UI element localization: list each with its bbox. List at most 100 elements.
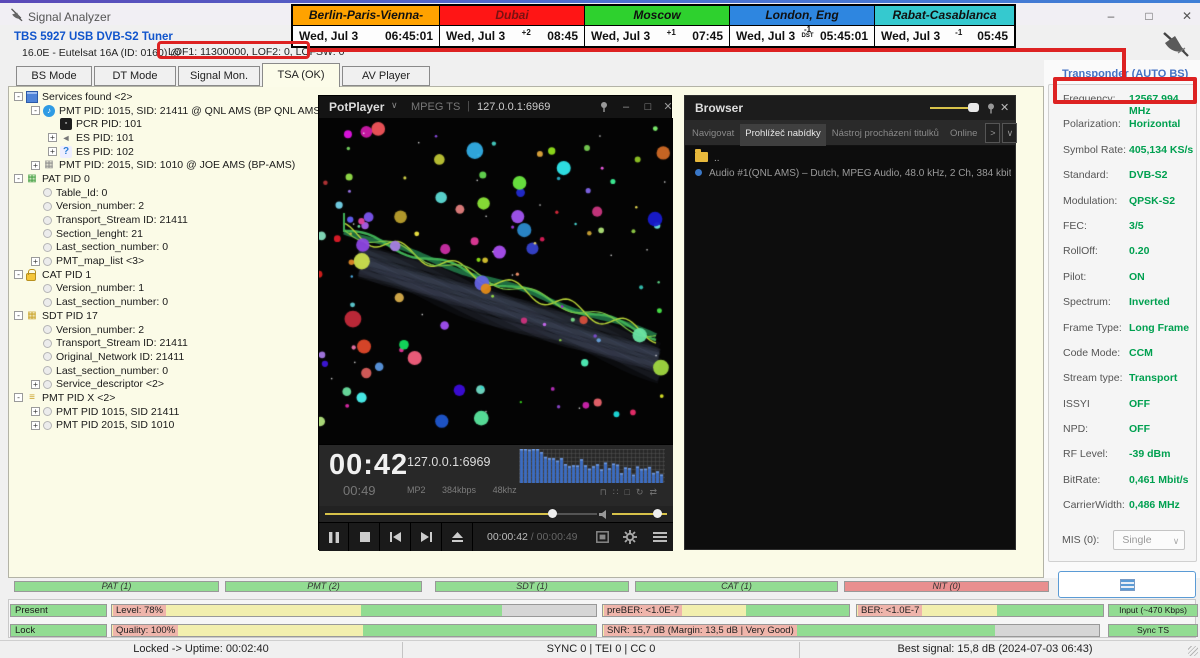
- gear-icon[interactable]: [619, 528, 641, 546]
- browser-tab[interactable]: Navigovat: [687, 124, 739, 146]
- potplayer-title: PotPlayer: [329, 100, 384, 114]
- tree-item[interactable]: Version_number: 2: [12, 323, 316, 337]
- tree-item[interactable]: +Service_descriptor <2>: [12, 377, 316, 391]
- tree-expander[interactable]: +: [31, 161, 40, 170]
- status-sync-counters: SYNC 0 | TEI 0 | CC 0: [403, 643, 799, 655]
- browser-slider-handle[interactable]: [968, 103, 979, 112]
- capture-device-button[interactable]: [1058, 571, 1196, 598]
- browser-tabs: NavigovatProhlížeč nabídkyNástroj prochá…: [685, 120, 1015, 146]
- video-frame[interactable]: [319, 118, 673, 444]
- transponder-value: Inverted: [1129, 296, 1170, 308]
- tab-dt-mode[interactable]: DT Mode: [94, 66, 176, 86]
- tree-expander[interactable]: +: [31, 407, 40, 416]
- potplayer-controls: 00:00:42 / 00:00:49: [319, 522, 673, 551]
- tree-item[interactable]: -CAT PID 1: [12, 268, 316, 282]
- tree-expander[interactable]: +: [31, 380, 40, 389]
- transponder-row: BitRate:0,461 Mbit/s: [1063, 474, 1196, 499]
- folder-up-item[interactable]: ..: [695, 152, 720, 164]
- close-button[interactable]: ✕: [1174, 8, 1200, 24]
- tree-expander[interactable]: -: [14, 174, 23, 183]
- transponder-label: FEC:: [1063, 220, 1129, 232]
- browser-arrow-button[interactable]: >: [985, 123, 1000, 143]
- tree-item[interactable]: Original_Network ID: 21411: [12, 350, 316, 364]
- mis-select[interactable]: Single∨: [1113, 530, 1185, 550]
- stop-button[interactable]: [350, 523, 380, 551]
- tree-item-label: Version_number: 2: [56, 324, 144, 336]
- browser-tab[interactable]: Online: [945, 124, 982, 146]
- tree-item[interactable]: Transport_Stream ID: 21411: [12, 336, 316, 350]
- browser-pin-icon[interactable]: [986, 103, 996, 114]
- maximize-button[interactable]: □: [1136, 8, 1162, 24]
- tree-expander[interactable]: -: [14, 92, 23, 101]
- tree-item[interactable]: -Services found <2>: [12, 90, 316, 104]
- browser-tab[interactable]: Nástroj procházení titulků: [827, 124, 944, 146]
- tree-item[interactable]: Version_number: 2: [12, 200, 316, 214]
- chevron-down-icon[interactable]: ∨: [391, 100, 398, 111]
- pin-icon[interactable]: [595, 100, 613, 114]
- tab-signal-mon-[interactable]: Signal Mon.: [178, 66, 260, 86]
- tree-item[interactable]: +▦PMT PID: 2015, SID: 1010 @ JOE AMS (BP…: [12, 158, 316, 172]
- tree-item[interactable]: Last_section_number: 0: [12, 241, 316, 255]
- tree-expander[interactable]: +: [31, 421, 40, 430]
- tree-item[interactable]: -▦SDT PID 17: [12, 309, 316, 323]
- dot-icon: [43, 202, 52, 211]
- potplayer-maximize-icon[interactable]: □: [639, 100, 657, 114]
- tree-item[interactable]: Transport_Stream ID: 21411: [12, 213, 316, 227]
- transponder-value: 0,486 MHz: [1129, 499, 1180, 511]
- playlist-panel-icon[interactable]: [591, 528, 613, 546]
- tree-item[interactable]: Last_section_number: 0: [12, 295, 316, 309]
- tree-expander[interactable]: -: [14, 270, 23, 279]
- potplayer-titlebar[interactable]: PotPlayer ∨ MPEG TS | 127.0.0.1:6969 – □…: [319, 96, 671, 118]
- minimize-button[interactable]: –: [1098, 8, 1124, 24]
- tree-expander[interactable]: -: [31, 106, 40, 115]
- tree-expander[interactable]: -: [14, 311, 23, 320]
- next-button[interactable]: [412, 523, 442, 551]
- browser-chevron-button[interactable]: ∨: [1002, 123, 1017, 143]
- tree-item[interactable]: Section_lenght: 21: [12, 227, 316, 241]
- tree-item[interactable]: Version_number: 1: [12, 282, 316, 296]
- tree-item[interactable]: -≡PMT PID X <2>: [12, 391, 316, 405]
- tab-av-player[interactable]: AV Player: [342, 66, 430, 86]
- audio-track-item[interactable]: Audio #1(QNL AMS) – Dutch, MPEG Audio, 4…: [695, 168, 1011, 179]
- tree-item[interactable]: Table_Id: 0: [12, 186, 316, 200]
- clock-date: Wed, Jul 3: [299, 29, 358, 43]
- browser-titlebar[interactable]: Browser ✕: [685, 96, 1015, 120]
- window-title: Signal Analyzer: [28, 10, 111, 24]
- eject-button[interactable]: [443, 523, 473, 551]
- transponder-label: Symbol Rate:: [1063, 144, 1129, 156]
- tree-expander[interactable]: +: [48, 133, 57, 142]
- sync-indicator: Sync TS: [1108, 624, 1198, 637]
- tree-item[interactable]: +?ES PID: 102: [12, 145, 316, 159]
- tree-item[interactable]: +◄ES PID: 101: [12, 131, 316, 145]
- resize-grip[interactable]: [1188, 646, 1198, 656]
- pause-button[interactable]: [319, 523, 349, 551]
- tree-expander[interactable]: +: [31, 257, 40, 266]
- volume-icon[interactable]: [599, 510, 609, 519]
- tab-tsa-ok-[interactable]: TSA (OK): [262, 63, 340, 87]
- tree-item[interactable]: -▦PAT PID 0: [12, 172, 316, 186]
- browser-close-icon[interactable]: ✕: [1000, 101, 1009, 114]
- tree-item[interactable]: + PMT_map_list <3>: [12, 254, 316, 268]
- transponder-value: Long Frame: [1129, 322, 1189, 334]
- previous-button[interactable]: [381, 523, 411, 551]
- potplayer-minimize-icon[interactable]: –: [617, 100, 635, 114]
- tree-item[interactable]: -♪PMT PID: 1015, SID: 21411 @ QNL AMS (B…: [12, 104, 316, 118]
- mini-toolbar-icons[interactable]: ⊓∷□↻⇄: [600, 487, 663, 498]
- tree-expander[interactable]: -: [14, 393, 23, 402]
- tab-bs-mode[interactable]: BS Mode: [16, 66, 92, 86]
- tree-expander[interactable]: +: [48, 147, 57, 156]
- volume-handle[interactable]: [653, 509, 662, 518]
- tree-item-label: PMT_map_list <3>: [56, 255, 144, 267]
- menu-icon[interactable]: [649, 528, 671, 546]
- tuner-name: TBS 5927 USB DVB-S2 Tuner: [14, 31, 173, 43]
- tree-item[interactable]: +PMT PID 1015, SID 21411: [12, 405, 316, 419]
- dot-icon: [43, 352, 52, 361]
- potplayer-close-icon[interactable]: ✕: [659, 100, 677, 114]
- browser-tab[interactable]: Prohlížeč nabídky: [740, 124, 826, 146]
- transponder-value: OFF: [1129, 398, 1150, 410]
- tree-item[interactable]: +PMT PID 2015, SID 1010: [12, 419, 316, 433]
- table-green-icon: ▦: [26, 173, 38, 185]
- seek-handle[interactable]: [548, 509, 557, 518]
- tree-item[interactable]: ▫PCR PID: 101: [12, 117, 316, 131]
- tree-item[interactable]: Last_section_number: 0: [12, 364, 316, 378]
